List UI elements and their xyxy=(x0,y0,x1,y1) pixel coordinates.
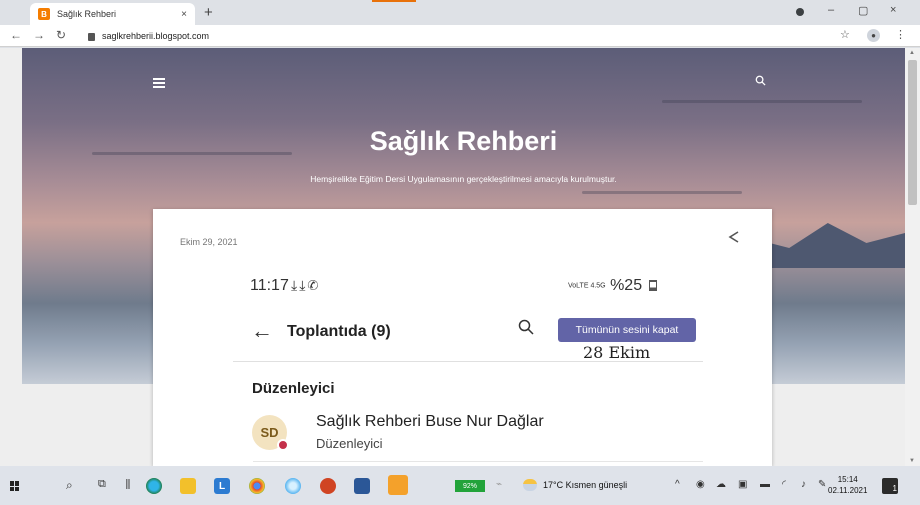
weather-icon[interactable] xyxy=(523,479,537,491)
battery-icon xyxy=(648,280,657,292)
tray-app-icon[interactable]: ◉ xyxy=(696,479,705,490)
windows-taskbar: ⌕ ⧉ ‖ L 92% ⌁ 17°C Kısmen güneşli ^ ◉ ☁ … xyxy=(0,466,920,505)
embedded-screenshot: 11:17 ⤓⤓✆ VoLTE 4.5G %25 ← Toplantıda (9… xyxy=(233,263,703,466)
bookmark-star-icon[interactable]: ☆ xyxy=(840,28,850,41)
chevron-up-icon[interactable]: ^ xyxy=(675,479,680,490)
system-clock[interactable]: 15:14 02.11.2021 xyxy=(828,474,867,496)
phone-time: 11:17 xyxy=(250,277,289,294)
browser-menu-icon[interactable]: ⋮ xyxy=(895,28,906,41)
display-tray-icon[interactable]: ▣ xyxy=(738,479,747,490)
scrollbar-thumb[interactable] xyxy=(908,60,917,205)
word-icon[interactable] xyxy=(354,478,370,494)
phone-notification-icons: ⤓⤓✆ xyxy=(291,277,321,293)
search-icon[interactable]: ⌕ xyxy=(66,478,73,493)
post-card: Ekim 29, 2021 11:17 ⤓⤓✆ VoLTE 4.5G %25 ←… xyxy=(153,209,772,466)
tab-strip: B Sağlık Rehberi × + – ▢ × xyxy=(0,0,920,25)
clock-date: 02.11.2021 xyxy=(828,486,868,495)
weather-text[interactable]: 17°C Kısmen güneşli xyxy=(543,480,627,490)
tab-close-icon[interactable]: × xyxy=(181,9,187,20)
share-icon[interactable] xyxy=(727,230,741,244)
phone-battery-percent: %25 xyxy=(610,277,643,294)
cloud-decoration xyxy=(582,191,742,194)
minimize-button[interactable]: – xyxy=(828,4,834,16)
search-icon[interactable] xyxy=(755,75,766,86)
url-text[interactable]: saglkrehberii.blogspot.com xyxy=(102,31,209,41)
organizer-section-heading: Düzenleyici xyxy=(252,380,335,397)
page-viewport: Sağlık Rehberi Hemşirelikte Eğitim Dersi… xyxy=(0,48,905,466)
browser-app-icon[interactable] xyxy=(285,478,301,494)
battery-tray-icon[interactable]: ▬ xyxy=(760,479,770,490)
back-arrow-icon: ← xyxy=(251,318,273,343)
close-button[interactable]: × xyxy=(890,4,896,16)
account-icon[interactable]: ● xyxy=(867,29,880,42)
scroll-up-icon[interactable]: ▲ xyxy=(909,50,915,56)
cloud-decoration xyxy=(662,100,862,103)
power-plug-icon: ⌁ xyxy=(496,479,503,490)
volume-icon[interactable]: ♪ xyxy=(801,479,806,490)
forward-arrow-icon[interactable]: → xyxy=(33,28,45,42)
edge-icon[interactable] xyxy=(146,478,162,494)
cloud-tray-icon[interactable]: ☁ xyxy=(716,479,726,490)
task-view-icon[interactable]: ⧉ xyxy=(98,478,106,491)
chrome-icon[interactable] xyxy=(249,478,265,494)
pen-icon[interactable]: ✎ xyxy=(818,479,826,490)
notification-center-icon[interactable]: 1 xyxy=(882,478,898,494)
blog-title[interactable]: Sağlık Rehberi xyxy=(22,126,905,157)
presence-busy-icon xyxy=(277,439,289,451)
participant-name: Sağlık Rehberi Buse Nur Dağlar xyxy=(316,413,544,430)
file-explorer-icon[interactable] xyxy=(180,478,196,494)
hamburger-menu-icon[interactable] xyxy=(153,78,165,90)
restore-button[interactable]: ▢ xyxy=(858,4,868,17)
divider xyxy=(233,361,703,362)
address-bar[interactable]: saglkrehberii.blogspot.com xyxy=(88,27,878,45)
profile-icon[interactable] xyxy=(796,8,804,16)
meeting-participants-title: Toplantıda (9) xyxy=(287,323,391,340)
page-scrollbar[interactable]: ▲ ▼ xyxy=(905,48,920,466)
taskbar-separator-icon: ‖ xyxy=(125,476,131,492)
wifi-icon[interactable]: ◜ xyxy=(782,479,786,490)
participant-role: Düzenleyici xyxy=(316,436,383,451)
start-button-icon[interactable] xyxy=(10,481,20,491)
blogger-favicon-icon: B xyxy=(38,8,50,20)
powerpoint-icon[interactable] xyxy=(320,478,336,494)
blog-subtitle: Hemşirelikte Eğitim Dersi Uygulamasının … xyxy=(310,174,617,184)
browser-toolbar: ← → ↻ saglkrehberii.blogspot.com ☆ ● ⋮ xyxy=(0,25,920,47)
battery-indicator[interactable]: 92% xyxy=(455,480,485,492)
active-app-icon[interactable] xyxy=(388,475,408,495)
post-date[interactable]: Ekim 29, 2021 xyxy=(180,237,238,247)
browser-tab[interactable]: B Sağlık Rehberi × xyxy=(30,3,195,25)
divider xyxy=(253,461,703,462)
date-annotation: 28 Ekim xyxy=(583,343,651,362)
network-label: VoLTE 4.5G xyxy=(568,282,606,290)
clock-time: 15:14 xyxy=(837,475,858,484)
lock-icon xyxy=(88,33,95,41)
app-l-icon[interactable]: L xyxy=(214,478,230,494)
phone-status-bar: VoLTE 4.5G %25 xyxy=(568,277,657,295)
search-icon xyxy=(518,319,534,335)
loading-indicator xyxy=(372,0,416,2)
back-arrow-icon[interactable]: ← xyxy=(10,28,22,42)
reload-icon[interactable]: ↻ xyxy=(56,28,66,42)
tab-title: Sağlık Rehberi xyxy=(57,9,117,19)
scroll-down-icon[interactable]: ▼ xyxy=(909,458,915,464)
new-tab-button[interactable]: + xyxy=(204,4,213,21)
mute-all-button: Tümünün sesini kapat xyxy=(558,318,696,342)
